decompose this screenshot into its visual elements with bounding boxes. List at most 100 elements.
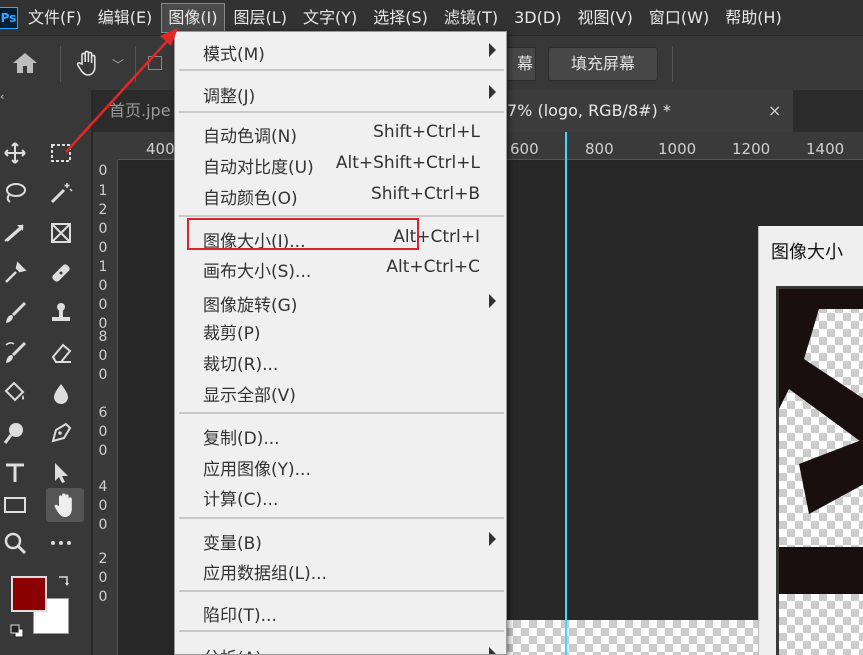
menu-image[interactable]: 图像(I)	[161, 2, 225, 33]
fit-screen-button[interactable]: 幕	[506, 47, 536, 81]
submenu-arrow-icon	[489, 85, 496, 99]
menu-item-image-rotation[interactable]: 图像旋转(G)	[175, 287, 506, 317]
menu-divider	[179, 69, 504, 71]
swap-colors-icon[interactable]	[54, 570, 74, 590]
ruler-label: 0	[98, 163, 108, 179]
menu-edit[interactable]: 编辑(E)	[92, 4, 159, 32]
vertical-ruler[interactable]: 0 1200 1000 800 600 400 200	[93, 160, 118, 655]
magic-wand-icon[interactable]	[46, 178, 76, 208]
menu-item-reveal-all[interactable]: 显示全部(V)	[175, 377, 506, 407]
submenu-arrow-icon	[489, 647, 496, 654]
document-canvas[interactable]	[505, 620, 758, 655]
menu-3d[interactable]: 3D(D)	[508, 4, 567, 32]
blur-tool-icon[interactable]	[46, 378, 76, 408]
eraser-tool-icon[interactable]	[46, 338, 76, 368]
menu-window[interactable]: 窗口(W)	[643, 4, 715, 32]
highlight-annotation-box	[187, 218, 419, 250]
ruler-label: 400	[146, 140, 175, 158]
divider	[672, 46, 673, 82]
frame-tool-icon[interactable]	[46, 218, 76, 248]
menu-divider	[179, 215, 504, 217]
move-tool-icon[interactable]	[0, 138, 30, 168]
collapse-icon[interactable]: ‹	[0, 90, 4, 103]
ruler-label: 800	[98, 329, 108, 383]
chevron-down-icon[interactable]: ﹀	[112, 56, 124, 73]
healing-brush-icon[interactable]	[46, 258, 76, 288]
menu-item-crop[interactable]: 裁剪(P)	[175, 315, 506, 345]
menu-item-apply-data-set[interactable]: 应用数据组(L)...	[175, 555, 506, 585]
menu-item-auto-tone[interactable]: 自动色调(N) Shift+Ctrl+L	[175, 118, 506, 148]
menu-type[interactable]: 文字(Y)	[297, 4, 363, 32]
menu-filter[interactable]: 滤镜(T)	[438, 4, 504, 32]
zoom-tool-icon[interactable]	[0, 528, 30, 558]
photoshop-logo: Ps	[0, 6, 18, 29]
image-size-dialog: 图像大小	[758, 226, 863, 655]
menu-select[interactable]: 选择(S)	[367, 4, 434, 32]
menu-help[interactable]: 帮助(H)	[719, 4, 788, 32]
more-tools-icon[interactable]	[46, 528, 76, 558]
ruler-label: 400	[98, 479, 108, 533]
menu-item-trap[interactable]: 陷印(T)...	[175, 597, 506, 627]
foreground-color-swatch[interactable]	[11, 576, 47, 612]
image-menu-dropdown: 模式(M) 调整(J) 自动色调(N) Shift+Ctrl+L 自动对比度(U)…	[174, 31, 507, 655]
divider	[60, 46, 61, 82]
tools-panel: ‹	[0, 90, 92, 655]
marquee-tool-icon[interactable]	[46, 138, 76, 168]
tab-document-1[interactable]: 首页.jpe	[93, 90, 175, 132]
menu-layer[interactable]: 图层(L)	[228, 4, 293, 32]
logo-preview-graphic	[779, 289, 863, 594]
home-icon[interactable]	[12, 52, 38, 74]
menu-divider	[179, 412, 504, 414]
menu-item-analysis[interactable]: 分析(A)	[175, 640, 506, 654]
eyedropper-icon[interactable]	[0, 258, 30, 288]
ruler-corner	[93, 132, 118, 160]
hand-tool-icon[interactable]	[76, 50, 100, 76]
submenu-arrow-icon	[489, 43, 496, 57]
option-checkbox[interactable]	[148, 56, 162, 70]
ruler-label: 200	[98, 551, 108, 605]
lasso-tool-icon[interactable]	[0, 178, 30, 208]
type-tool-icon[interactable]	[0, 458, 30, 488]
path-selection-icon[interactable]	[46, 458, 76, 488]
menu-divider	[179, 590, 504, 592]
stamp-tool-icon[interactable]	[46, 298, 76, 328]
hand-tool-icon[interactable]	[46, 488, 84, 522]
dodge-tool-icon[interactable]	[0, 418, 30, 448]
menu-item-canvas-size[interactable]: 画布大小(S)... Alt+Ctrl+C	[175, 253, 506, 283]
menu-divider	[179, 111, 504, 113]
ruler-label: 1000	[658, 140, 697, 158]
rectangle-tool-icon[interactable]	[0, 490, 30, 520]
ruler-label: 1000	[98, 259, 108, 332]
menu-item-auto-color[interactable]: 自动颜色(O) Shift+Ctrl+B	[175, 180, 506, 210]
ruler-label: 1200	[98, 183, 108, 256]
close-icon[interactable]: ×	[768, 90, 781, 132]
menu-item-duplicate[interactable]: 复制(D)...	[175, 420, 506, 450]
brush-tool-icon[interactable]	[0, 298, 30, 328]
tab-document-2[interactable]: 7% (logo, RGB/8#) *	[493, 90, 793, 132]
guide-line[interactable]	[565, 132, 567, 655]
paint-bucket-icon[interactable]	[0, 378, 30, 408]
history-brush-icon[interactable]	[0, 338, 30, 368]
crop-tool-icon[interactable]	[0, 218, 30, 248]
submenu-arrow-icon	[489, 294, 496, 308]
menu-view[interactable]: 视图(V)	[571, 4, 638, 32]
default-colors-icon[interactable]	[8, 622, 26, 640]
menu-item-variables[interactable]: 变量(B)	[175, 525, 506, 555]
fill-screen-button[interactable]: 填充屏幕	[548, 47, 658, 81]
divider	[135, 46, 136, 82]
dialog-title: 图像大小	[771, 242, 843, 263]
menu-bar: Ps 文件(F) 编辑(E) 图像(I) 图层(L) 文字(Y) 选择(S) 滤…	[0, 0, 863, 35]
menu-item-apply-image[interactable]: 应用图像(Y)...	[175, 451, 506, 481]
menu-item-auto-contrast[interactable]: 自动对比度(U) Alt+Shift+Ctrl+L	[175, 149, 506, 179]
pen-tool-icon[interactable]	[46, 418, 76, 448]
menu-item-calculations[interactable]: 计算(C)...	[175, 481, 506, 511]
ruler-label: 600	[98, 405, 108, 459]
preview-canvas	[779, 289, 863, 655]
menu-item-trim[interactable]: 裁切(R)...	[175, 346, 506, 376]
ruler-label: 1200	[732, 140, 771, 158]
ruler-label: 1400	[806, 140, 845, 158]
image-preview	[776, 286, 863, 655]
menu-item-adjustments[interactable]: 调整(J)	[175, 78, 506, 108]
menu-item-mode[interactable]: 模式(M)	[175, 36, 506, 66]
menu-file[interactable]: 文件(F)	[22, 4, 88, 32]
